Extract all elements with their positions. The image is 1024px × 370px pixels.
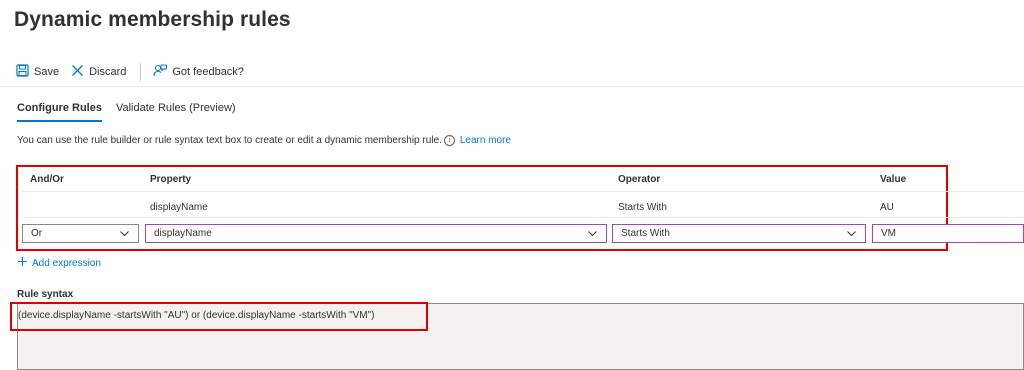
value-input[interactable]: VM <box>872 224 1024 243</box>
row-divider <box>22 217 1024 218</box>
chevron-down-icon <box>119 228 130 242</box>
feedback-button[interactable]: Got feedback? <box>153 64 244 81</box>
tab-configure-rules[interactable]: Configure Rules <box>17 102 102 122</box>
discard-icon <box>71 64 84 80</box>
table-row-value: AU <box>880 202 894 213</box>
feedback-label: Got feedback? <box>172 66 244 78</box>
header-andor: And/Or <box>30 174 64 185</box>
row-divider <box>22 191 1024 192</box>
learn-more-link[interactable]: Learn more <box>460 135 511 146</box>
save-label: Save <box>34 66 60 78</box>
page-title: Dynamic membership rules <box>14 8 291 31</box>
save-button[interactable]: Save <box>16 64 59 80</box>
header-operator: Operator <box>618 174 661 185</box>
syntax-highlight-box <box>10 302 428 331</box>
add-expression-label: Add expression <box>32 257 101 269</box>
toolbar-divider <box>140 63 142 81</box>
table-row-property: displayName <box>150 202 208 213</box>
save-icon <box>16 64 29 80</box>
andor-dropdown[interactable]: Or <box>22 224 139 243</box>
discard-label: Discard <box>89 66 127 78</box>
operator-dropdown[interactable]: Starts With <box>612 224 866 243</box>
feedback-icon <box>153 64 168 81</box>
andor-value: Or <box>31 228 43 239</box>
rule-syntax-label: Rule syntax <box>17 289 74 300</box>
discard-button[interactable]: Discard <box>71 64 126 80</box>
more-options-icon[interactable]: ··· <box>274 14 287 29</box>
info-icon[interactable]: i <box>443 135 455 146</box>
toolbar-divider-line <box>0 86 1024 87</box>
tab-bar: Configure Rules Validate Rules (Preview) <box>17 102 250 122</box>
operator-value: Starts With <box>621 228 670 239</box>
toolbar: Save Discard Got feedback? <box>16 62 256 82</box>
property-dropdown[interactable]: displayName <box>145 224 607 243</box>
chevron-down-icon <box>846 228 857 242</box>
plus-icon <box>17 256 28 270</box>
tab-validate-rules[interactable]: Validate Rules (Preview) <box>116 102 236 122</box>
header-value: Value <box>880 174 907 185</box>
add-expression-button[interactable]: Add expression <box>17 256 101 270</box>
header-property: Property <box>150 174 192 185</box>
description: You can use the rule builder or rule syn… <box>17 135 511 146</box>
description-text: You can use the rule builder or rule syn… <box>17 135 442 146</box>
table-row-operator: Starts With <box>618 202 667 213</box>
value-text: VM <box>881 228 896 239</box>
property-value: displayName <box>154 228 212 239</box>
chevron-down-icon <box>587 228 598 242</box>
